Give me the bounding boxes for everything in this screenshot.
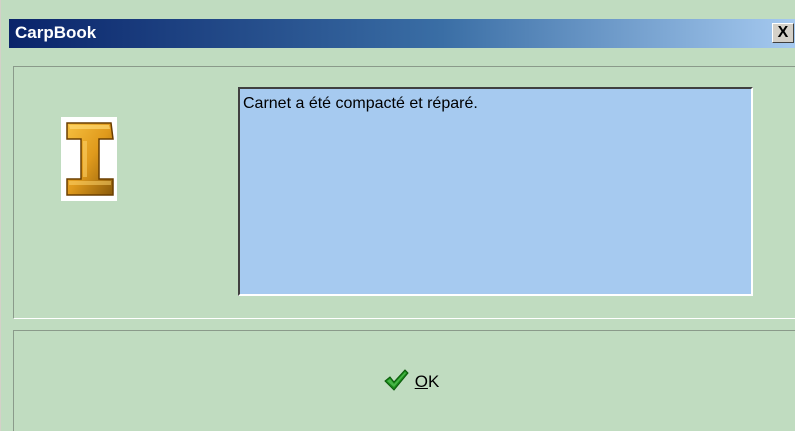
close-icon: X — [777, 24, 789, 41]
message-text: Carnet a été compacté et réparé. — [243, 95, 478, 112]
ok-button[interactable]: OK — [361, 360, 461, 404]
ok-label: OK — [415, 372, 440, 392]
close-button[interactable]: X — [772, 23, 794, 43]
dialog-window: CarpBook X Carnet a été compacté et répa… — [0, 0, 795, 431]
info-i-icon — [61, 117, 117, 201]
checkmark-icon — [383, 368, 409, 397]
ok-label-rest: K — [427, 372, 440, 391]
message-text-area: Carnet a été compacté et réparé. — [238, 87, 753, 296]
window-title: CarpBook — [15, 23, 97, 42]
title-bar[interactable]: CarpBook X — [9, 19, 795, 48]
ok-mnemonic: O — [414, 372, 428, 391]
